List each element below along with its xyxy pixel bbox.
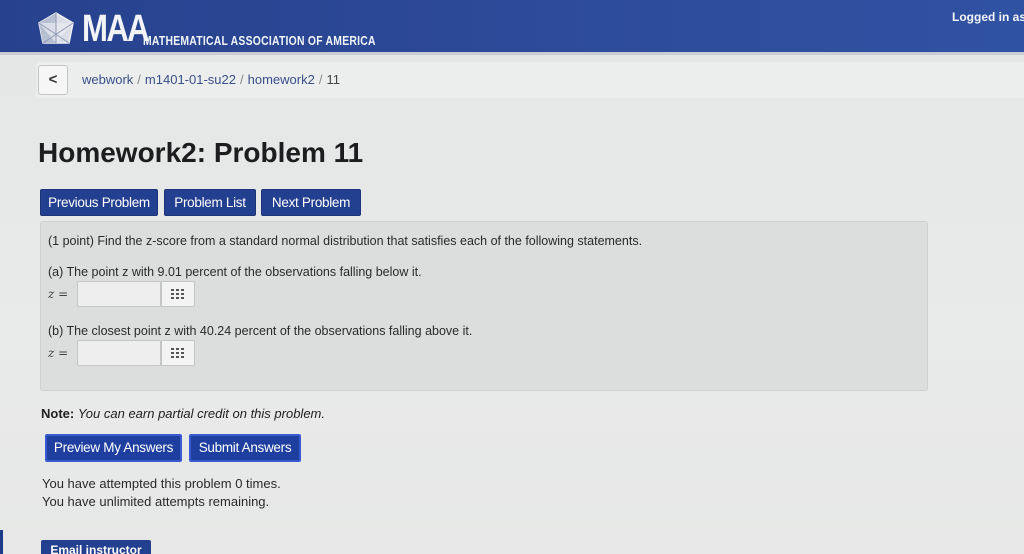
grid-icon (171, 289, 184, 299)
grid-icon (171, 348, 184, 358)
attempts-count-text: You have attempted this problem 0 times. (42, 476, 281, 491)
breadcrumb-item-course[interactable]: m1401-01-su22 (145, 72, 236, 87)
preview-answers-button[interactable]: Preview My Answers (45, 434, 182, 462)
answer-a-input[interactable] (77, 281, 161, 307)
logo-abbreviation[interactable]: MAA (82, 8, 150, 51)
left-edge-marker (0, 530, 3, 554)
submit-answers-button[interactable]: Submit Answers (189, 434, 301, 462)
page-title: Homework2: Problem 11 (38, 137, 364, 168)
header-divider (0, 52, 1024, 55)
attempts-remaining-text: You have unlimited attempts remaining. (42, 494, 270, 509)
logo-fullname[interactable]: MATHEMATICAL ASSOCIATION OF AMERICA (143, 33, 376, 48)
answer-b-input[interactable] (77, 340, 161, 366)
previous-problem-button[interactable]: Previous Problem (40, 189, 158, 216)
problem-part-b: (b) The closest point z with 40.24 perce… (48, 324, 473, 338)
breadcrumb-separator: / (318, 72, 323, 87)
answer-b-label: z = (48, 346, 69, 360)
breadcrumb-item-set[interactable]: homework2 (248, 72, 315, 87)
problem-list-button[interactable]: Problem List (164, 189, 256, 216)
problem-part-a: (a) The point z with 9.01 percent of the… (48, 265, 422, 279)
logged-in-label: Logged in as (952, 10, 1024, 24)
answer-a-label: z = (48, 287, 69, 301)
email-instructor-button[interactable]: Email instructor (41, 540, 151, 554)
note-text: You can earn partial credit on this prob… (77, 406, 325, 421)
equation-editor-button-b[interactable] (161, 340, 195, 366)
maa-logo-icon[interactable] (36, 11, 76, 49)
breadcrumb-separator: / (239, 72, 244, 87)
breadcrumb-separator: / (137, 72, 141, 87)
problem-intro: (1 point) Find the z-score from a standa… (48, 234, 643, 248)
next-problem-button[interactable]: Next Problem (261, 189, 361, 216)
partial-credit-note: Note: You can earn partial credit on thi… (41, 406, 325, 421)
back-button[interactable]: < (38, 65, 68, 95)
note-label: Note: (41, 406, 75, 421)
breadcrumb-item-webwork[interactable]: webwork (82, 72, 133, 87)
equation-editor-button-a[interactable] (161, 281, 195, 307)
breadcrumb: webwork / m1401-01-su22/homework2/11 (82, 72, 340, 87)
breadcrumb-item-problem: 11 (326, 72, 340, 87)
